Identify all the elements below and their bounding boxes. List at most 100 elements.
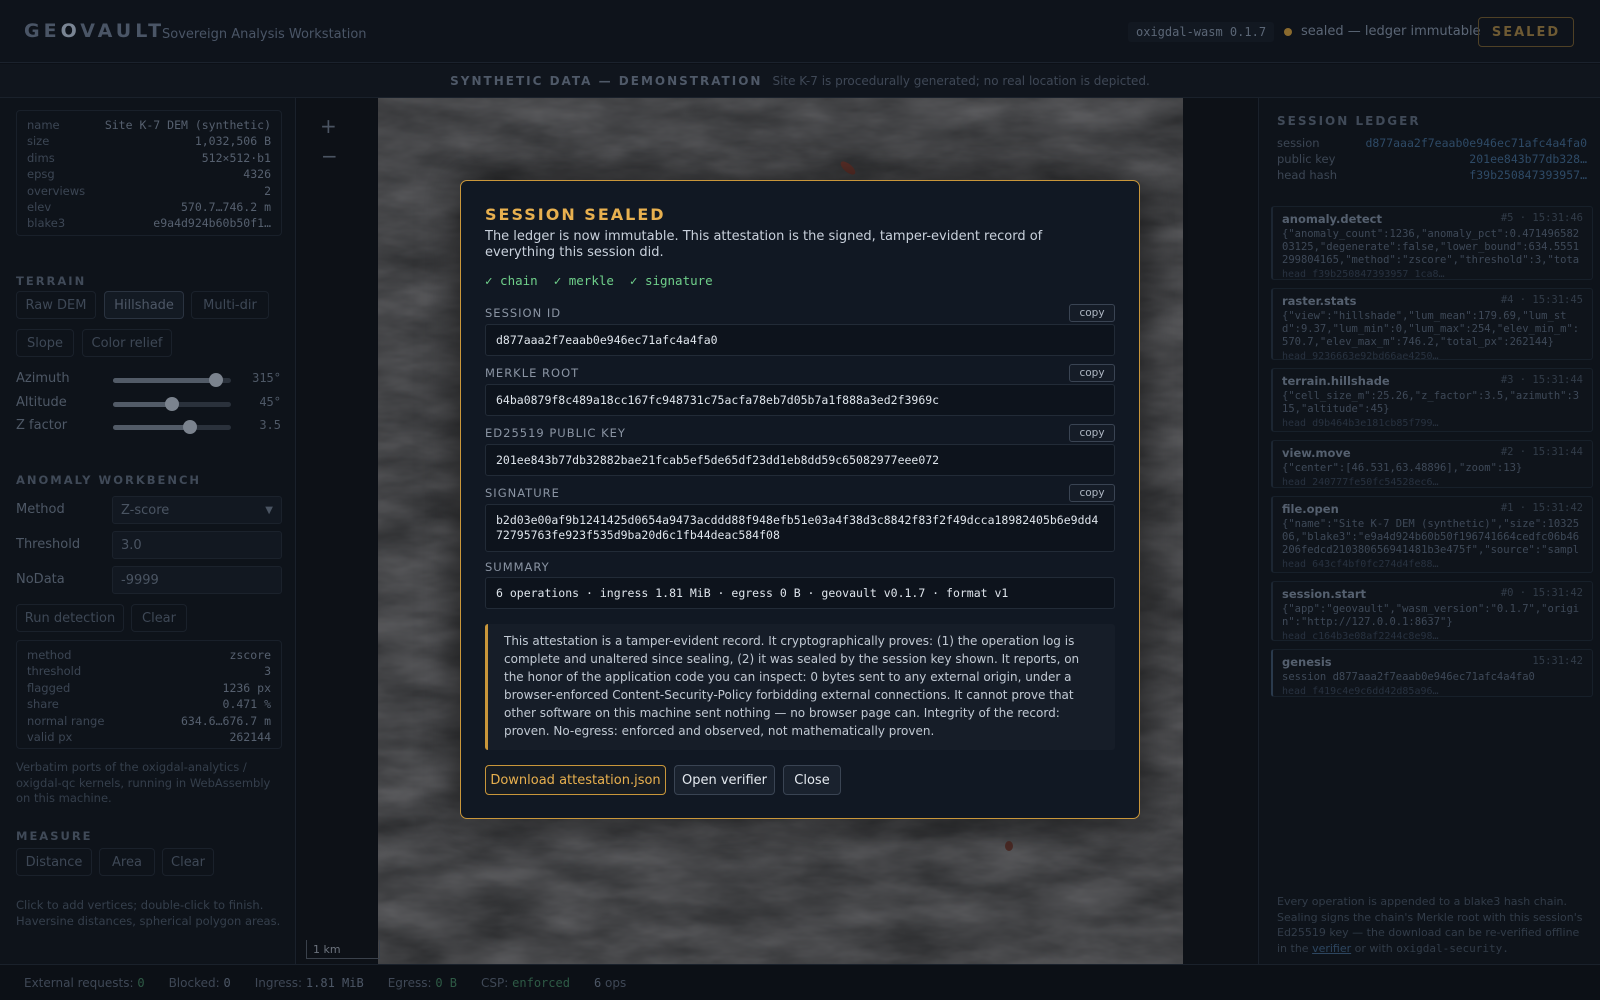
entry-head-hash: head f419c4e9c6dd42d85a96… [1282, 686, 1439, 697]
metadata-row: epsg 4326 [27, 167, 271, 182]
metadata-row: blake3 e9a4d924b60b50f1… [27, 216, 271, 231]
ledger-footnote: Every operation is appended to a blake3 … [1277, 895, 1583, 955]
mode-color-relief[interactable]: Color relief [82, 329, 172, 357]
status-text: sealed — ledger immutable [1301, 24, 1481, 39]
mode-hillshade[interactable]: Hillshade [104, 291, 184, 319]
entry-op: file.open [1282, 502, 1339, 516]
dialog-title: SESSION SEALED [485, 205, 666, 224]
public-key-field[interactable]: 201ee843b77db32882bae21fcab5ef5de65df23d… [485, 444, 1115, 476]
ledger-entry[interactable]: session.start #0 · 15:31:42 {"app":"geovau… [1271, 581, 1593, 642]
ledger-entry[interactable]: raster.stats #4 · 15:31:45 {"view":"hillsh… [1271, 288, 1593, 362]
result-row: threshold 3 [27, 664, 271, 679]
dialog-description: The ledger is now immutable. This attest… [485, 229, 1043, 260]
zoom-in-button[interactable]: + [320, 114, 337, 138]
measure-note: Click to add vertices; double-click to f… [16, 898, 281, 928]
nodata-input[interactable]: -9999 [112, 566, 282, 594]
left-panel: name Site K-7 DEM (synthetic) size 1,032,50… [0, 98, 296, 964]
method-label: Method [16, 502, 65, 517]
entry-payload: {"cell_size_m":25.26,"z_factor":3.5,"azi… [1282, 390, 1580, 415]
verifier-link[interactable]: verifier [1312, 942, 1351, 955]
app-header: GEOVAULT Sovereign Analysis Workstation … [0, 0, 1600, 63]
zfactor-slider[interactable] [113, 420, 231, 434]
entry-head-hash: head d9b464b3e181cb85f799… [1282, 418, 1439, 429]
azimuth-thumb[interactable] [209, 373, 224, 387]
signature-label: SIGNATURE [485, 486, 560, 500]
entry-meta: #2 · 15:31:44 [1500, 446, 1583, 458]
entry-header: session.start #0 · 15:31:42 [1282, 587, 1583, 601]
zfactor-thumb[interactable] [182, 420, 197, 434]
banner-title: SYNTHETIC DATA — DEMONSTRATION [450, 73, 763, 88]
summary-field: 6 operations · ingress 1.81 MiB · egress… [485, 577, 1115, 609]
ledger-session: session d877aaa2f7eaab0e946ec71afc4a4fa0 [1277, 136, 1587, 150]
status-bar: External requests: 0 Blocked: 0 Ingress:… [0, 964, 1600, 1000]
method-select[interactable]: Z-score ▼ [112, 496, 282, 524]
mode-slope[interactable]: Slope [16, 329, 74, 357]
measure-distance-button[interactable]: Distance [16, 848, 92, 876]
azimuth-value: 315° [252, 371, 281, 385]
copy-public-key-button[interactable]: copy [1069, 424, 1115, 442]
ingress: Ingress: 1.81 MiB [254, 975, 364, 990]
mode-raw-dem[interactable]: Raw DEM [16, 291, 96, 319]
status-dot-icon [1284, 28, 1292, 36]
ledger-pubkey: public key 201ee843b77db328… [1277, 152, 1587, 166]
ledger-entry[interactable]: genesis 15:31:42 session d877aaa2f7eaab0e9… [1271, 649, 1593, 697]
entry-meta: 15:31:42 [1532, 655, 1583, 667]
session-id-field[interactable]: d877aaa2f7eaab0e946ec71afc4a4fa0 [485, 324, 1115, 356]
check-signature: ✓ signature [629, 273, 713, 288]
entry-payload: {"app":"geovault","wasm_version":"0.1.7"… [1282, 603, 1580, 628]
entry-header: file.open #1 · 15:31:42 [1282, 502, 1583, 516]
entry-head-hash: head 240777fe50fc54528ec6… [1282, 477, 1439, 488]
copy-merkle-root-button[interactable]: copy [1069, 364, 1115, 382]
entry-head-hash: head c164b3e08af2244c8e98… [1282, 631, 1439, 642]
run-detection-button[interactable]: Run detection [16, 604, 124, 632]
zfactor-label: Z factor [16, 418, 68, 433]
open-verifier-button[interactable]: Open verifier [674, 765, 775, 795]
altitude-thumb[interactable] [165, 397, 179, 411]
threshold-input[interactable]: 3.0 [112, 531, 282, 559]
entry-header: terrain.hillshade #3 · 15:31:44 [1282, 374, 1583, 388]
synthetic-data-banner: SYNTHETIC DATA — DEMONSTRATION Site K-7 … [0, 64, 1600, 98]
entry-payload: {"center":[46.531,63.48896],"zoom":13} [1282, 462, 1523, 474]
azimuth-fill [113, 378, 217, 383]
entry-meta: #5 · 15:31:46 [1500, 212, 1583, 224]
measure-title: MEASURE [16, 829, 93, 843]
azimuth-slider[interactable] [113, 373, 231, 387]
blocked-requests: Blocked: 0 [168, 975, 231, 990]
zfactor-value: 3.5 [259, 418, 281, 432]
merkle-root-field[interactable]: 64ba0879f8c489a18cc167fc948731c75acfa78e… [485, 384, 1115, 416]
signature-field[interactable]: b2d03e00af9b1241425d0654a9473acddd88f948… [485, 504, 1115, 552]
copy-session-id-button[interactable]: copy [1069, 304, 1115, 322]
file-metadata: name Site K-7 DEM (synthetic) size 1,032,50… [16, 110, 282, 236]
close-button[interactable]: Close [783, 765, 841, 795]
copy-signature-button[interactable]: copy [1069, 484, 1115, 502]
measure-area-button[interactable]: Area [99, 848, 155, 876]
ledger-entry[interactable]: view.move #2 · 15:31:44 {"center":[46.531,… [1271, 440, 1593, 488]
entry-header: anomaly.detect #5 · 15:31:46 [1282, 212, 1583, 226]
ledger-entry[interactable]: terrain.hillshade #3 · 15:31:44 {"cell_siz… [1271, 368, 1593, 432]
zoom-out-button[interactable]: − [321, 144, 338, 168]
terrain-title: TERRAIN [16, 274, 87, 288]
ledger-entry[interactable]: anomaly.detect #5 · 15:31:46 {"anomaly_cou… [1271, 206, 1593, 280]
entry-op: raster.stats [1282, 294, 1357, 308]
summary-label: SUMMARY [485, 560, 550, 574]
verification-checks: ✓ chain ✓ merkle ✓ signature [485, 273, 713, 288]
sealed-button[interactable]: SEALED [1478, 17, 1574, 47]
entry-head-hash: head 9236663e92bd66ae4250… [1282, 351, 1439, 362]
entry-head-hash: head 643cf4bf0fc274d4fe88… [1282, 559, 1439, 570]
entry-op: session.start [1282, 587, 1367, 601]
entry-header: view.move #2 · 15:31:44 [1282, 446, 1583, 460]
entry-meta: #4 · 15:31:45 [1500, 294, 1583, 306]
download-attestation-button[interactable]: Download attestation.json [485, 765, 666, 795]
result-row: flagged 1236 px [27, 680, 271, 695]
app-logo: GEOVAULT [24, 20, 166, 42]
ledger-entry[interactable]: file.open #1 · 15:31:42 {"name":"Site K-7 … [1271, 496, 1593, 573]
anomaly-title: ANOMALY WORKBENCH [16, 473, 202, 487]
entry-payload: {"anomaly_count":1236,"anomaly_pct":0.47… [1282, 228, 1580, 266]
altitude-slider[interactable] [113, 397, 231, 411]
metadata-row: name Site K-7 DEM (synthetic) [27, 118, 271, 132]
anomaly-clear-button[interactable]: Clear [131, 604, 187, 632]
result-row: method zscore [27, 648, 271, 662]
mode-multi-dir[interactable]: Multi-dir [191, 291, 269, 319]
metadata-row: size 1,032,506 B [27, 134, 271, 149]
measure-clear-button[interactable]: Clear [162, 848, 214, 876]
